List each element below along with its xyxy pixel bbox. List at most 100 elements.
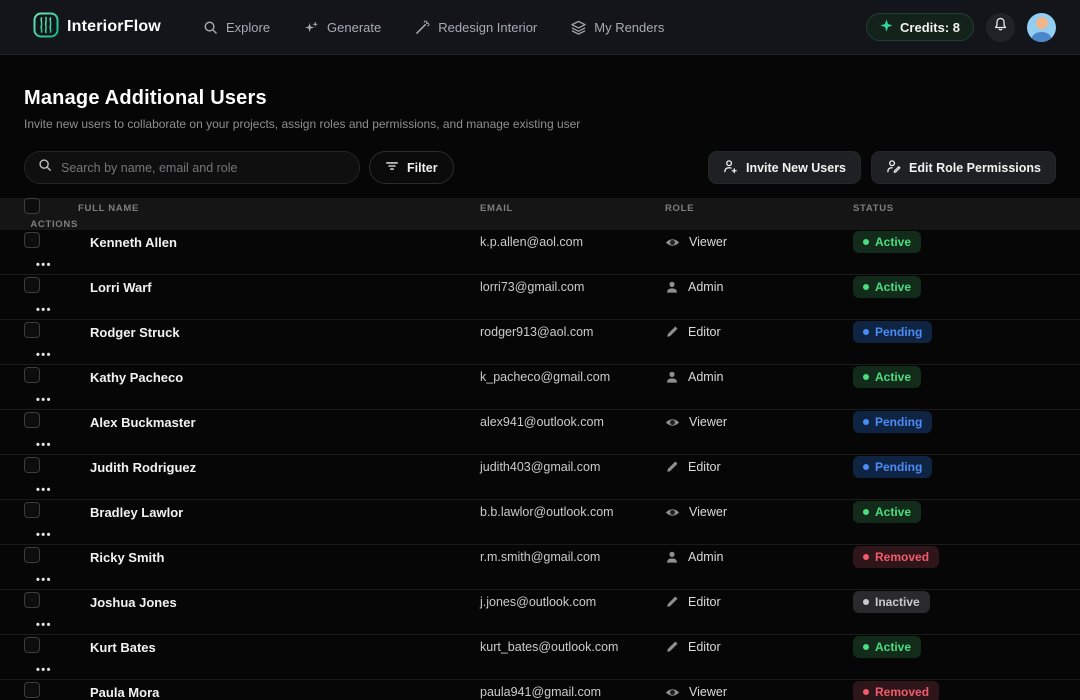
table-row: Kenneth Allen k.p.allen@aol.com Viewer A…	[0, 230, 1080, 275]
toolbar: Filter Invite New Users Edit Role Permis…	[0, 131, 1080, 184]
avatar-figure	[1031, 32, 1052, 42]
row-actions-button[interactable]: •••	[36, 574, 52, 586]
brand-name: InteriorFlow	[67, 18, 161, 36]
credits-label: Credits: 8	[900, 20, 960, 35]
user-avatar[interactable]	[1027, 13, 1056, 42]
row-actions-button[interactable]: •••	[36, 394, 52, 406]
row-checkbox[interactable]	[24, 322, 40, 338]
eye-icon	[665, 685, 680, 700]
status-label: Pending	[875, 460, 922, 474]
pencil-icon	[665, 640, 679, 654]
nav-item-redesign-interior[interactable]: Redesign Interior	[415, 20, 537, 35]
status-dot-icon	[863, 464, 869, 470]
status-badge: Pending	[853, 321, 932, 343]
search-input[interactable]	[61, 161, 346, 175]
row-checkbox[interactable]	[24, 592, 40, 608]
status-label: Active	[875, 505, 911, 519]
status-dot-icon	[863, 374, 869, 380]
row-actions-button[interactable]: •••	[36, 619, 52, 631]
user-name: Lorri Warf	[90, 280, 480, 295]
status-badge: Removed	[853, 546, 939, 568]
nav-right: Credits: 8	[866, 13, 1056, 42]
user-role: Editor	[665, 595, 853, 609]
user-email: paula941@gmail.com	[480, 685, 665, 699]
brand[interactable]: InteriorFlow	[33, 12, 161, 43]
row-checkbox[interactable]	[24, 547, 40, 563]
role-label: Admin	[688, 550, 723, 564]
column-header-full-name: FULL NAME	[78, 203, 480, 214]
row-actions-button[interactable]: •••	[36, 664, 52, 676]
user-role: Admin	[665, 370, 853, 384]
role-label: Admin	[688, 370, 723, 384]
status-dot-icon	[863, 239, 869, 245]
nav-item-label: Redesign Interior	[438, 20, 537, 35]
status-dot-icon	[863, 689, 869, 695]
status-label: Active	[875, 235, 911, 249]
sparkle-icon	[880, 19, 893, 35]
table-header: FULL NAME EMAIL ROLE STATUS ACTIONS	[0, 198, 1080, 230]
row-checkbox[interactable]	[24, 367, 40, 383]
user-name: Kurt Bates	[90, 640, 480, 655]
status-dot-icon	[863, 599, 869, 605]
nav-item-my-renders[interactable]: My Renders	[571, 20, 664, 35]
pencil-icon	[665, 595, 679, 609]
table-row: Lorri Warf lorri73@gmail.com Admin Activ…	[0, 275, 1080, 320]
row-checkbox[interactable]	[24, 412, 40, 428]
user-email: rodger913@aol.com	[480, 325, 665, 339]
user-name: Judith Rodriguez	[90, 460, 480, 475]
row-checkbox[interactable]	[24, 637, 40, 653]
table-row: Bradley Lawlor b.b.lawlor@outlook.com Vi…	[0, 500, 1080, 545]
status-label: Removed	[875, 550, 929, 564]
row-actions-button[interactable]: •••	[36, 439, 52, 451]
user-role: Viewer	[665, 685, 853, 700]
filter-button[interactable]: Filter	[369, 151, 454, 184]
user-email: k_pacheco@gmail.com	[480, 370, 665, 384]
user-email: judith403@gmail.com	[480, 460, 665, 474]
user-email: lorri73@gmail.com	[480, 280, 665, 294]
status-label: Pending	[875, 325, 922, 339]
table-row: Paula Mora paula941@gmail.com Viewer Rem…	[0, 680, 1080, 700]
edit-role-permissions-button[interactable]: Edit Role Permissions	[871, 151, 1056, 184]
user-email: k.p.allen@aol.com	[480, 235, 665, 249]
credits-badge[interactable]: Credits: 8	[866, 13, 974, 41]
user-name: Bradley Lawlor	[90, 505, 480, 520]
role-label: Viewer	[689, 235, 727, 249]
filter-label: Filter	[407, 161, 438, 175]
invite-new-users-button[interactable]: Invite New Users	[708, 151, 861, 184]
role-label: Editor	[688, 325, 721, 339]
nav-item-explore[interactable]: Explore	[203, 20, 270, 35]
row-actions-button[interactable]: •••	[36, 484, 52, 496]
eye-icon	[665, 235, 680, 250]
pencil-icon	[665, 325, 679, 339]
status-dot-icon	[863, 284, 869, 290]
row-actions-button[interactable]: •••	[36, 304, 52, 316]
user-name: Alex Buckmaster	[90, 415, 480, 430]
user-role: Viewer	[665, 505, 853, 520]
row-actions-button[interactable]: •••	[36, 349, 52, 361]
user-role: Admin	[665, 550, 853, 564]
status-label: Active	[875, 370, 911, 384]
person-icon	[665, 280, 679, 294]
row-checkbox[interactable]	[24, 232, 40, 248]
row-actions-button[interactable]: •••	[36, 529, 52, 541]
notifications-button[interactable]	[986, 13, 1015, 42]
status-label: Removed	[875, 685, 929, 699]
nav-item-generate[interactable]: Generate	[304, 20, 381, 35]
user-name: Kathy Pacheco	[90, 370, 480, 385]
user-name: Rodger Struck	[90, 325, 480, 340]
row-actions-button[interactable]: •••	[36, 259, 52, 271]
status-label: Active	[875, 280, 911, 294]
user-name: Ricky Smith	[90, 550, 480, 565]
status-badge: Inactive	[853, 591, 930, 613]
status-badge: Active	[853, 231, 921, 253]
status-label: Pending	[875, 415, 922, 429]
pencil-icon	[665, 460, 679, 474]
user-role: Admin	[665, 280, 853, 294]
select-all-checkbox[interactable]	[24, 198, 40, 214]
row-checkbox[interactable]	[24, 277, 40, 293]
row-checkbox[interactable]	[24, 457, 40, 473]
user-name: Kenneth Allen	[90, 235, 480, 250]
row-checkbox[interactable]	[24, 682, 40, 698]
search-box	[24, 151, 360, 184]
row-checkbox[interactable]	[24, 502, 40, 518]
